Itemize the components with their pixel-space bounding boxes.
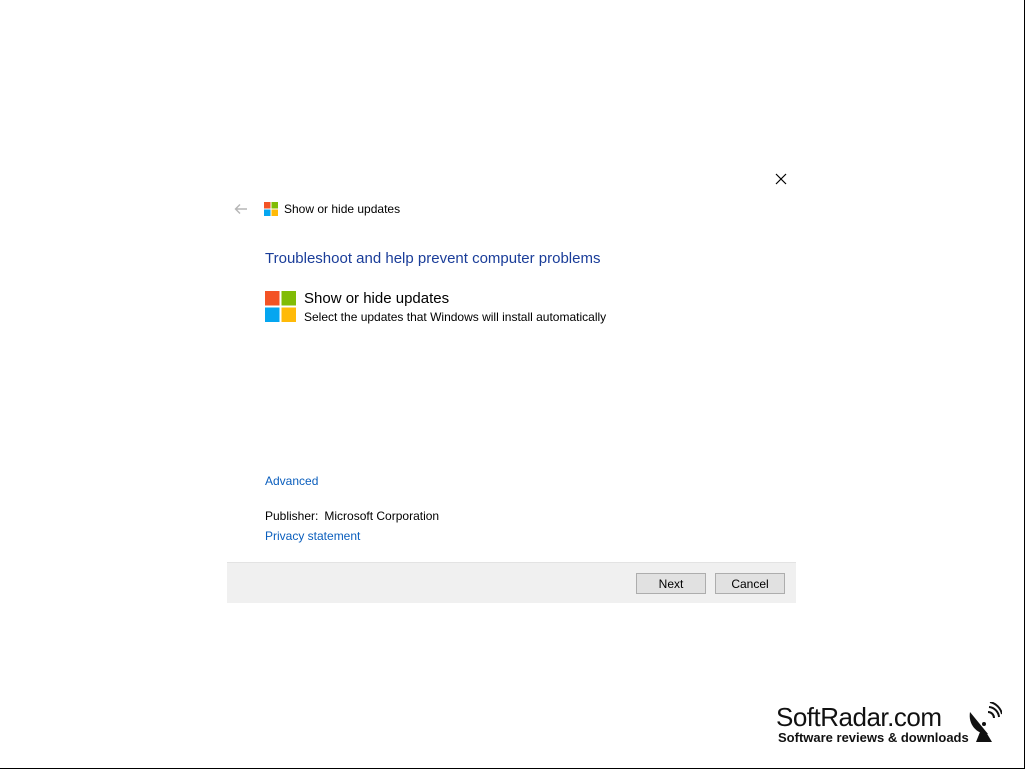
- page-heading: Troubleshoot and help prevent computer p…: [265, 250, 601, 267]
- watermark-subtitle: Software reviews & downloads: [778, 730, 969, 745]
- watermark: SoftRadar.com Software reviews & downloa…: [776, 702, 1006, 752]
- advanced-link[interactable]: Advanced: [265, 474, 318, 488]
- publisher-info: Publisher: Microsoft Corporation: [265, 509, 439, 523]
- windows-logo-icon: [264, 202, 278, 216]
- windows-logo-icon: [265, 291, 296, 322]
- close-icon: [775, 173, 787, 185]
- close-button[interactable]: [770, 168, 792, 190]
- back-button[interactable]: [231, 200, 251, 218]
- privacy-statement-link[interactable]: Privacy statement: [265, 529, 360, 543]
- satellite-dish-icon: [969, 702, 1002, 742]
- publisher-label: Publisher:: [265, 509, 319, 523]
- back-arrow-icon: [234, 204, 247, 214]
- dialog-footer: Next Cancel: [227, 562, 796, 603]
- tool-title: Show or hide updates: [304, 290, 450, 307]
- tool-description: Select the updates that Windows will ins…: [304, 310, 607, 324]
- window-title: Show or hide updates: [284, 202, 401, 216]
- watermark-title: SoftRadar.com: [776, 702, 942, 732]
- publisher-value: Microsoft Corporation: [324, 509, 440, 523]
- cancel-button[interactable]: Cancel: [715, 573, 785, 594]
- page: Show or hide updates Troubleshoot and he…: [0, 0, 1025, 769]
- next-button[interactable]: Next: [636, 573, 706, 594]
